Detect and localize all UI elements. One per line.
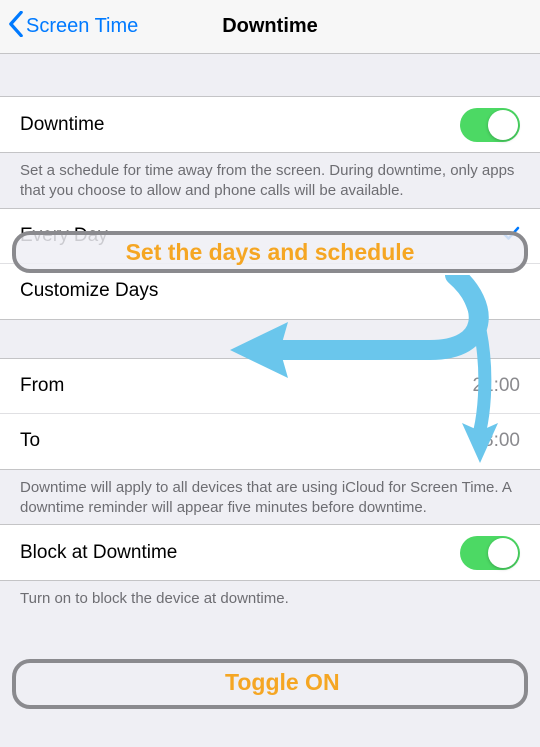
to-row[interactable]: To 08:00 [0,414,540,469]
block-label: Block at Downtime [20,542,177,564]
customize-days-row[interactable]: Customize Days [0,264,540,319]
block-row: Block at Downtime [0,525,540,580]
customize-days-label: Customize Days [20,280,158,302]
icloud-footer: Downtime will apply to all devices that … [0,470,540,525]
page-title: Downtime [222,15,318,38]
nav-bar: Screen Time Downtime [0,0,540,54]
chevron-left-icon [8,11,24,43]
block-group: Block at Downtime [0,524,540,581]
toggle-knob-icon [488,538,518,568]
downtime-label: Downtime [20,114,104,136]
downtime-toggle[interactable] [460,108,520,142]
time-group: From 21:00 To 08:00 [0,358,540,470]
toggle-knob-icon [488,110,518,140]
block-toggle[interactable] [460,536,520,570]
spacer [0,54,540,96]
from-row[interactable]: From 21:00 [0,359,540,414]
downtime-toggle-group: Downtime [0,96,540,153]
back-button[interactable]: Screen Time [8,11,138,43]
downtime-description: Set a schedule for time away from the sc… [0,153,540,208]
days-group: Every Day Customize Days [0,208,540,320]
every-day-label: Every Day [20,225,108,247]
to-label: To [20,430,40,452]
from-label: From [20,375,64,397]
to-value: 08:00 [472,430,520,452]
every-day-row[interactable]: Every Day [0,209,540,264]
back-label: Screen Time [26,15,138,38]
downtime-row: Downtime [0,97,540,152]
annotation-toggle-text: Toggle ON [225,669,340,696]
block-footer: Turn on to block the device at downtime. [0,581,540,615]
checkmark-icon [502,224,520,248]
spacer [0,320,540,358]
from-value: 21:00 [472,375,520,397]
